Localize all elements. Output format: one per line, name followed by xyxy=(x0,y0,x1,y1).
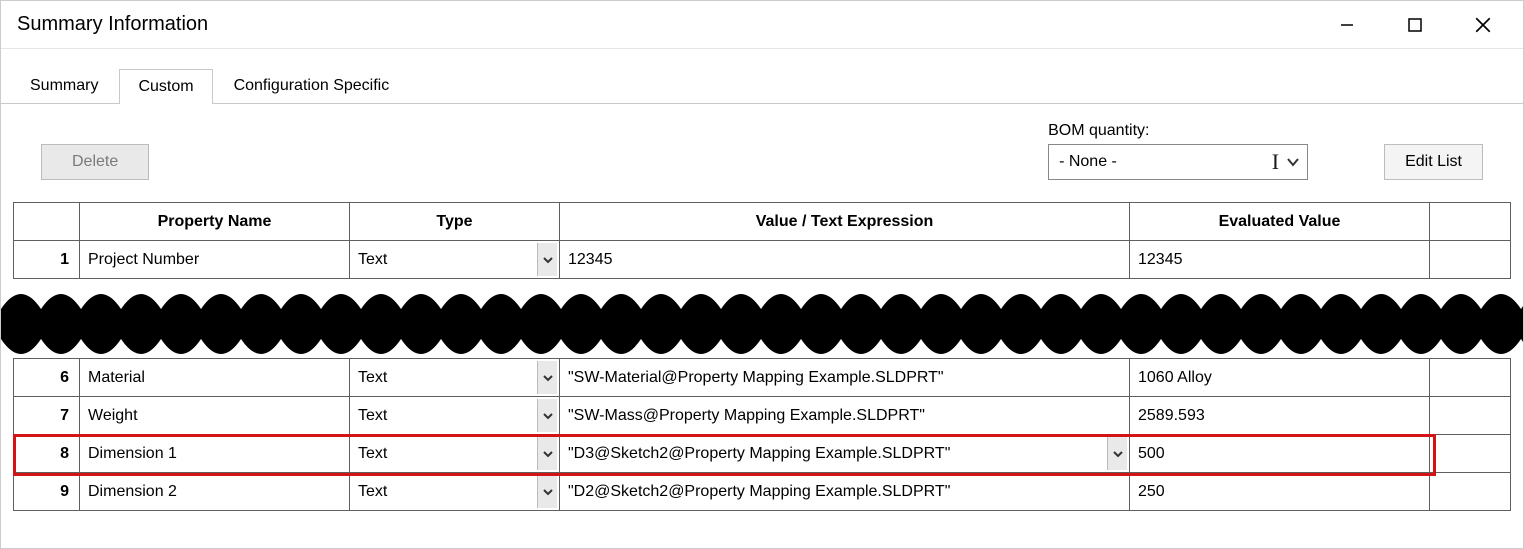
cell-type[interactable]: Text xyxy=(350,397,560,435)
col-header-number xyxy=(14,203,80,241)
cell-spare xyxy=(1430,241,1511,279)
bom-quantity-value: - None - xyxy=(1059,153,1266,171)
maximize-button[interactable] xyxy=(1403,13,1427,37)
table-row[interactable]: 8Dimension 1Text"D3@Sketch2@Property Map… xyxy=(14,435,1511,473)
cell-value[interactable]: 12345 xyxy=(560,241,1130,279)
chevron-down-icon xyxy=(1285,154,1301,170)
cell-value[interactable]: "SW-Material@Property Mapping Example.SL… xyxy=(560,359,1130,397)
properties-table: Property Name Type Value / Text Expressi… xyxy=(13,202,1511,511)
cell-type[interactable]: Text xyxy=(350,435,560,473)
edit-list-button[interactable]: Edit List xyxy=(1384,144,1483,180)
text-cursor-icon: I xyxy=(1272,151,1279,173)
cell-property-name[interactable]: Weight xyxy=(80,397,350,435)
tab-bar: Summary Custom Configuration Specific xyxy=(1,49,1523,104)
cell-spare xyxy=(1430,359,1511,397)
dropdown-arrow-icon[interactable] xyxy=(537,437,557,470)
row-number: 8 xyxy=(14,435,80,473)
cell-type[interactable]: Text xyxy=(350,359,560,397)
table-row[interactable]: 1Project NumberText1234512345 xyxy=(14,241,1511,279)
col-header-type: Type xyxy=(350,203,560,241)
cell-property-name[interactable]: Dimension 1 xyxy=(80,435,350,473)
tab-custom[interactable]: Custom xyxy=(119,69,212,104)
window-controls xyxy=(1335,13,1507,37)
properties-table-wrap: Property Name Type Value / Text Expressi… xyxy=(1,202,1523,511)
cell-spare xyxy=(1430,473,1511,511)
toolbar: Delete BOM quantity: - None - I Edit Lis… xyxy=(1,104,1523,202)
tab-configuration-specific[interactable]: Configuration Specific xyxy=(215,68,409,104)
col-header-property-name: Property Name xyxy=(80,203,350,241)
cell-evaluated: 12345 xyxy=(1130,241,1430,279)
dropdown-arrow-icon[interactable] xyxy=(537,475,557,508)
row-number: 9 xyxy=(14,473,80,511)
cell-value[interactable]: "D2@Sketch2@Property Mapping Example.SLD… xyxy=(560,473,1130,511)
cell-evaluated: 1060 Alloy xyxy=(1130,359,1430,397)
cell-property-name[interactable]: Dimension 2 xyxy=(80,473,350,511)
minimize-button[interactable] xyxy=(1335,13,1359,37)
cell-type[interactable]: Text xyxy=(350,473,560,511)
title-bar: Summary Information xyxy=(1,1,1523,49)
dropdown-arrow-icon[interactable] xyxy=(537,243,557,276)
bom-quantity-label: BOM quantity: xyxy=(1048,122,1308,140)
row-number: 7 xyxy=(14,397,80,435)
close-button[interactable] xyxy=(1471,13,1495,37)
cell-evaluated: 500 xyxy=(1130,435,1430,473)
table-header-row: Property Name Type Value / Text Expressi… xyxy=(14,203,1511,241)
row-number: 6 xyxy=(14,359,80,397)
dropdown-arrow-icon[interactable] xyxy=(537,361,557,394)
cell-spare xyxy=(1430,435,1511,473)
col-header-value: Value / Text Expression xyxy=(560,203,1130,241)
cell-spare xyxy=(1430,397,1511,435)
cell-property-name[interactable]: Project Number xyxy=(80,241,350,279)
cell-value[interactable]: "D3@Sketch2@Property Mapping Example.SLD… xyxy=(560,435,1130,473)
col-header-spare xyxy=(1430,203,1511,241)
row-number: 1 xyxy=(14,241,80,279)
window-title: Summary Information xyxy=(17,13,1335,36)
dropdown-arrow-icon[interactable] xyxy=(1107,437,1127,470)
dialog-window: Summary Information Summary Custom Confi… xyxy=(0,0,1524,549)
cell-type[interactable]: Text xyxy=(350,241,560,279)
bom-quantity-select[interactable]: - None - I xyxy=(1048,144,1308,180)
cell-evaluated: 2589.593 xyxy=(1130,397,1430,435)
cell-property-name[interactable]: Material xyxy=(80,359,350,397)
cell-evaluated: 250 xyxy=(1130,473,1430,511)
tab-summary[interactable]: Summary xyxy=(11,68,117,104)
col-header-evaluated: Evaluated Value xyxy=(1130,203,1430,241)
bom-quantity-group: BOM quantity: - None - I xyxy=(1048,122,1308,180)
cell-value[interactable]: "SW-Mass@Property Mapping Example.SLDPRT… xyxy=(560,397,1130,435)
table-row[interactable]: 6MaterialText"SW-Material@Property Mappi… xyxy=(14,359,1511,397)
table-row[interactable]: 9Dimension 2Text"D2@Sketch2@Property Map… xyxy=(14,473,1511,511)
table-row[interactable]: 7WeightText"SW-Mass@Property Mapping Exa… xyxy=(14,397,1511,435)
dropdown-arrow-icon[interactable] xyxy=(537,399,557,432)
delete-button[interactable]: Delete xyxy=(41,144,149,180)
